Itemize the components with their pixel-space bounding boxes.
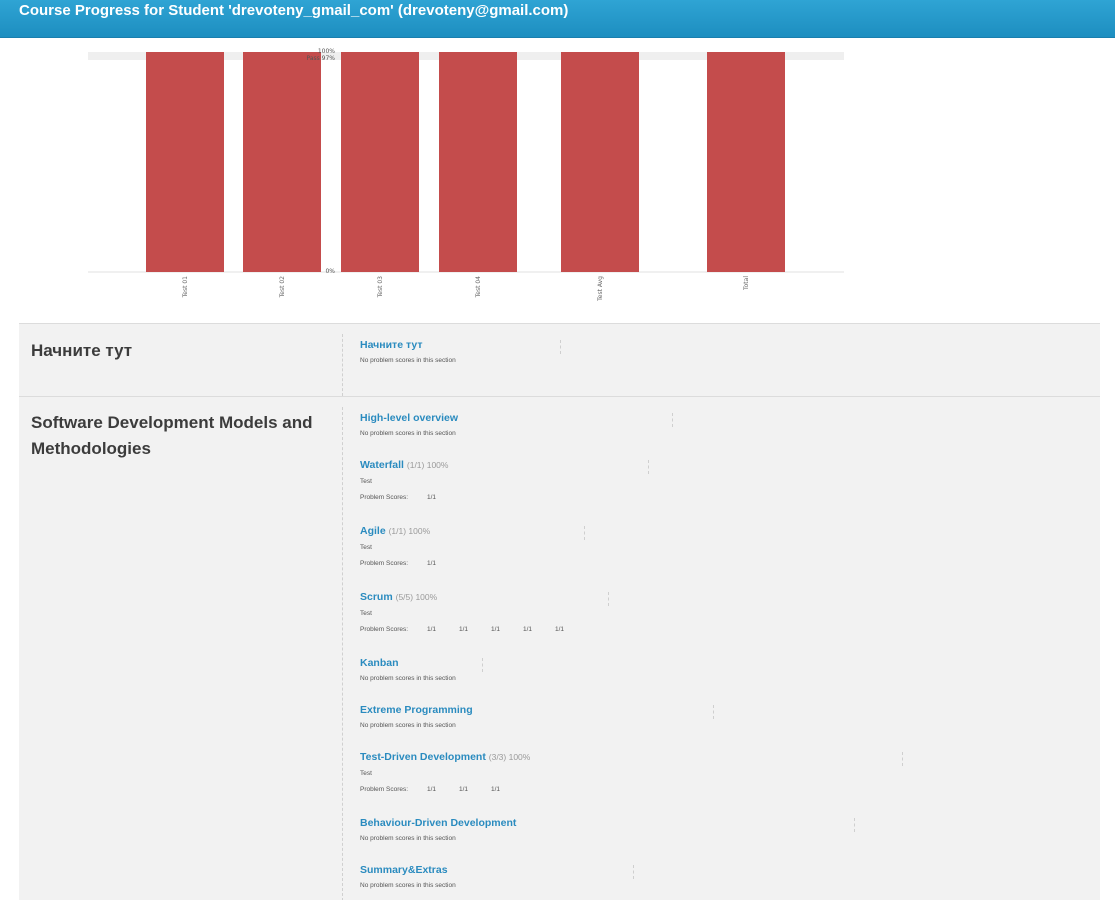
section-score: (1/1) 100% xyxy=(388,526,431,536)
problem-score: 1/1 xyxy=(459,786,469,793)
x-tick-label: Test 03 xyxy=(377,276,384,299)
section-tick xyxy=(713,705,714,719)
section-tick xyxy=(633,865,634,879)
section-note: No problem scores in this section xyxy=(360,357,456,364)
x-tick-label: Test 02 xyxy=(279,276,286,299)
section-link[interactable]: Extreme Programming xyxy=(360,703,473,717)
section-tick xyxy=(584,526,585,540)
bar-test-01 xyxy=(146,52,224,272)
problem-scores: Problem Scores: 1/1 1/1 1/1 xyxy=(360,785,530,794)
section-link[interactable]: Начните тут xyxy=(360,338,456,352)
section-title[interactable]: High-level overview xyxy=(360,412,458,424)
section-title[interactable]: Summary&Extras xyxy=(360,864,448,876)
chapter-sdm: Software Development Models and Methodol… xyxy=(19,397,1100,900)
y-tick-top: 100% xyxy=(318,48,335,55)
chapter-title: Software Development Models and Methodol… xyxy=(31,413,313,458)
section-note: No problem scores in this section xyxy=(360,882,456,889)
problem-score: 1/1 xyxy=(427,626,437,633)
section-title[interactable]: Scrum xyxy=(360,591,393,603)
section-link[interactable]: Test-Driven Development (3/3) 100% xyxy=(360,750,530,764)
bar-test-03 xyxy=(341,52,419,272)
section-label: Test xyxy=(360,478,372,485)
section-agile: Agile (1/1) 100% Test Problem Scores: 1/1 xyxy=(360,524,585,568)
section-waterfall: Waterfall (1/1) 100% Test Problem Scores… xyxy=(360,458,649,502)
section-note: No problem scores in this section xyxy=(360,675,456,682)
section-high-level-overview: High-level overview No problem scores in… xyxy=(360,411,673,438)
chapter-start-here: Начните тут Начните тут No problem score… xyxy=(19,324,1100,397)
problem-scores: Problem Scores: 1/1 1/1 1/1 1/1 1/1 xyxy=(360,625,587,634)
section-tick xyxy=(902,752,903,766)
section-title[interactable]: Waterfall xyxy=(360,459,404,471)
section-label: Test xyxy=(360,544,372,551)
bar-test-avg xyxy=(561,52,639,272)
problem-scores-label: Problem Scores: xyxy=(360,626,409,633)
section-behaviour-driven-development: Behaviour-Driven Development No problem … xyxy=(360,816,855,843)
section-link[interactable]: Behaviour-Driven Development xyxy=(360,816,516,830)
section-extreme-programming: Extreme Programming No problem scores in… xyxy=(360,703,714,730)
section-link[interactable]: Waterfall (1/1) 100% xyxy=(360,458,459,472)
section-scrum: Scrum (5/5) 100% Test Problem Scores: 1/1… xyxy=(360,590,609,634)
problem-scores-label: Problem Scores: xyxy=(360,786,409,793)
page-header: Course Progress for Student 'drevoteny_g… xyxy=(0,0,1115,38)
section-title[interactable]: Behaviour-Driven Development xyxy=(360,817,516,829)
progress-bar-chart: 100% Pass 97% 0% Test 01 Test 02 Test 03 Te… xyxy=(88,48,844,302)
x-tick-label: Test 01 xyxy=(182,276,189,299)
section-label: Test xyxy=(360,610,372,617)
section-tick xyxy=(560,340,561,354)
section-tick xyxy=(672,413,673,427)
y-tick-bottom: 0% xyxy=(325,268,335,275)
x-tick-label: Test Avg xyxy=(597,276,604,302)
section-note: No problem scores in this section xyxy=(360,430,456,437)
section-tick xyxy=(648,460,649,474)
section-title[interactable]: Начните тут xyxy=(360,339,422,351)
course-sections: Начните тут Начните тут No problem score… xyxy=(19,323,1100,900)
problem-score: 1/1 xyxy=(427,494,437,501)
section-link[interactable]: Summary&Extras xyxy=(360,863,456,877)
chapter-divider xyxy=(342,334,343,396)
problem-scores-label: Problem Scores: xyxy=(360,560,409,567)
section-tick xyxy=(608,592,609,606)
section-score: (1/1) 100% xyxy=(406,460,449,470)
section-link[interactable]: High-level overview xyxy=(360,411,458,425)
section-label: Test xyxy=(360,770,372,777)
problem-score: 1/1 xyxy=(555,626,565,633)
problem-score: 1/1 xyxy=(427,560,437,567)
section-link[interactable]: Agile (1/1) 100% xyxy=(360,524,459,538)
section-tick xyxy=(854,818,855,832)
section-summary-extras: Summary&Extras No problem scores in this… xyxy=(360,863,634,890)
problem-scores: Problem Scores: 1/1 xyxy=(360,493,459,502)
x-tick-label: Total xyxy=(743,276,750,291)
problem-score: 1/1 xyxy=(459,626,469,633)
problem-score: 1/1 xyxy=(427,786,437,793)
section-score: (5/5) 100% xyxy=(395,592,438,602)
section-kanban: Kanban No problem scores in this section xyxy=(360,656,483,683)
bar-total xyxy=(707,52,785,272)
section-title[interactable]: Kanban xyxy=(360,657,399,669)
section-tick xyxy=(482,658,483,672)
page-title: Course Progress for Student 'drevoteny_g… xyxy=(19,2,569,19)
section-start-here: Начните тут No problem scores in this se… xyxy=(360,338,561,365)
section-note: No problem scores in this section xyxy=(360,722,456,729)
x-tick-label: Test 04 xyxy=(475,276,482,299)
chapter-divider xyxy=(342,407,343,900)
section-link[interactable]: Kanban xyxy=(360,656,456,670)
problem-scores-label: Problem Scores: xyxy=(360,494,409,501)
chapter-title: Начните тут xyxy=(31,341,133,360)
y-tick-pass: Pass 97% xyxy=(306,55,335,62)
bar-test-02 xyxy=(243,52,321,272)
section-score: (3/3) 100% xyxy=(488,752,531,762)
problem-score: 1/1 xyxy=(491,786,501,793)
section-title[interactable]: Test-Driven Development xyxy=(360,751,486,763)
problem-scores: Problem Scores: 1/1 xyxy=(360,559,459,568)
section-title[interactable]: Extreme Programming xyxy=(360,704,473,716)
bar-test-04 xyxy=(439,52,517,272)
problem-score: 1/1 xyxy=(523,626,533,633)
section-link[interactable]: Scrum (5/5) 100% xyxy=(360,590,587,604)
section-test-driven-development: Test-Driven Development (3/3) 100% Test … xyxy=(360,750,903,794)
problem-score: 1/1 xyxy=(491,626,501,633)
section-title[interactable]: Agile xyxy=(360,525,386,537)
section-note: No problem scores in this section xyxy=(360,835,456,842)
